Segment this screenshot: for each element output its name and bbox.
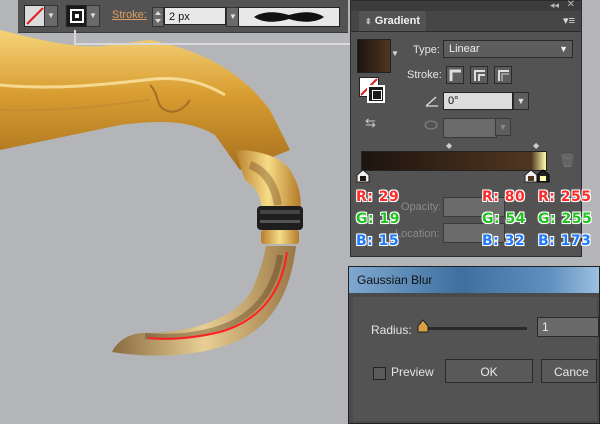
close-icon[interactable]: ✕: [567, 0, 575, 10]
ok-button[interactable]: OK: [445, 359, 533, 383]
stroke-within-icon: [449, 69, 461, 81]
preview-checkbox[interactable]: [373, 367, 386, 380]
tab-gradient[interactable]: ⬍ Gradient: [359, 11, 426, 31]
aspect-ratio-dropdown: ▼: [495, 118, 511, 136]
green-value: G: 54: [482, 211, 526, 227]
location-label: Location:: [395, 228, 440, 240]
chevron-down-icon: ▼: [559, 44, 568, 54]
red-value: R: 29: [356, 189, 400, 205]
gradient-swatch-dropdown[interactable]: ▼: [391, 49, 399, 58]
radius-slider-track[interactable]: [421, 327, 527, 330]
radius-field[interactable]: 1: [537, 317, 599, 337]
radius-label: Radius:: [371, 323, 412, 337]
dialog-body: Radius: 1 Preview OK Cance: [353, 297, 599, 421]
midpoint-diamond-icon[interactable]: ◆: [533, 141, 539, 150]
gaussian-blur-dialog: Gaussian Blur Radius: 1 Preview OK Cance: [348, 266, 600, 424]
stroke-label: Stroke:: [407, 69, 442, 81]
dialog-title-bar[interactable]: Gaussian Blur: [349, 267, 599, 293]
chevron-down-icon: ▼: [516, 96, 526, 106]
midpoint-diamond-icon[interactable]: ◆: [446, 141, 452, 150]
stroke-mini-swatch[interactable]: [367, 85, 385, 103]
stroke-across-button[interactable]: [494, 66, 512, 84]
stroke-across-icon: [498, 70, 509, 81]
color-stop[interactable]: [355, 169, 371, 183]
reverse-gradient-icon[interactable]: ⇆: [365, 115, 376, 131]
cancel-button[interactable]: Cance: [541, 359, 597, 383]
rgb-annotation-stop-2: R: 80 G: 54 B: 32: [482, 186, 526, 252]
radius-slider-thumb[interactable]: [417, 319, 429, 333]
stroke-inner-icon: [372, 90, 382, 100]
blue-value: B: 32: [482, 233, 526, 249]
collar: [261, 230, 299, 244]
dialog-title: Gaussian Blur: [357, 273, 433, 287]
angle-field[interactable]: 0°: [443, 92, 513, 110]
angle-dropdown[interactable]: ▼: [513, 92, 529, 110]
stroke-along-icon: [474, 70, 485, 81]
blue-value: B: 173: [538, 233, 592, 249]
rgb-annotation-stop-1: R: 29 G: 19 B: 15: [356, 186, 400, 252]
blue-value: B: 15: [356, 233, 400, 249]
angle-icon: [425, 96, 438, 107]
aspect-ratio-field: [443, 118, 497, 138]
chevron-down-icon: ▼: [498, 122, 508, 132]
panel-menu-icon[interactable]: ▾≡: [563, 14, 575, 27]
panel-tab-bar: ⬍ Gradient ▾≡: [351, 11, 581, 32]
tab-gradient-label: Gradient: [374, 15, 420, 27]
aspect-ratio-icon: [424, 120, 438, 130]
color-stop-selected[interactable]: [535, 169, 551, 183]
trash-icon[interactable]: 🗑: [559, 153, 576, 169]
type-select[interactable]: Linear ▼: [443, 40, 573, 58]
stroke-within-button[interactable]: [446, 66, 464, 84]
tab-arrows-icon: ⬍: [365, 17, 372, 26]
rgb-annotation-stop-3: R: 255 G: 255 B: 173: [538, 186, 592, 252]
red-value: R: 80: [482, 189, 526, 205]
connector: [257, 206, 303, 230]
collapse-icon[interactable]: ◂◂: [550, 0, 559, 11]
panel-top-strip: ◂◂ ✕: [351, 0, 581, 11]
stroke-along-button[interactable]: [470, 66, 488, 84]
opacity-label: Opacity:: [401, 201, 442, 213]
gradient-swatch[interactable]: [357, 39, 391, 73]
gradient-slider[interactable]: [361, 151, 547, 171]
type-label: Type:: [413, 44, 440, 56]
green-value: G: 19: [356, 211, 400, 227]
red-value: R: 255: [538, 189, 592, 205]
preview-label: Preview: [391, 365, 434, 379]
type-select-value: Linear: [449, 43, 480, 55]
green-value: G: 255: [538, 211, 593, 227]
